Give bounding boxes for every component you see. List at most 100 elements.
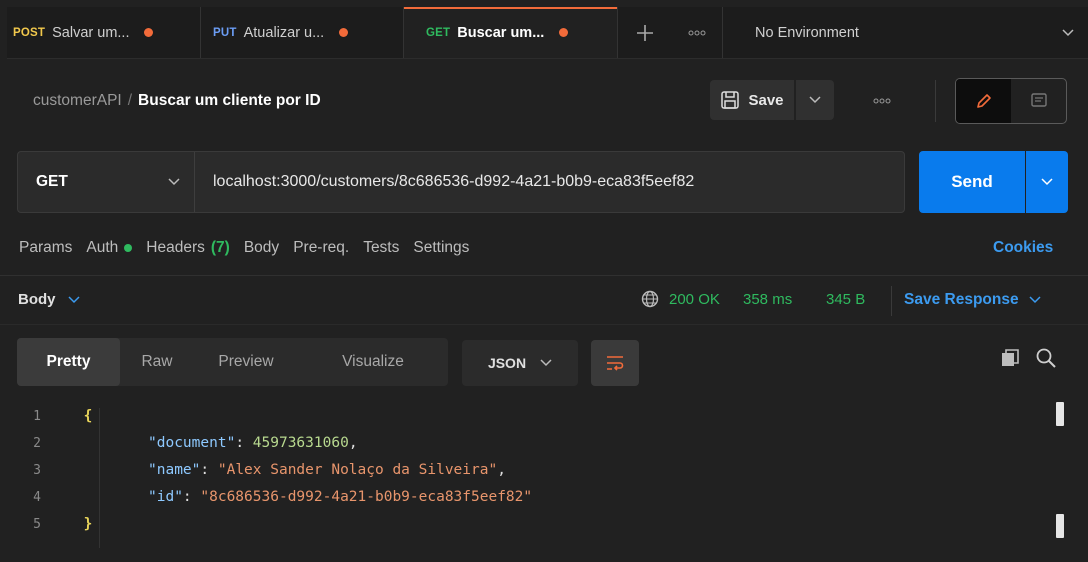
send-group: Send: [919, 151, 1068, 213]
more-icon: [873, 98, 891, 104]
response-body-select[interactable]: Body: [18, 291, 80, 308]
tab-label: Salvar um...: [52, 24, 130, 41]
tab-headers-label: Headers: [146, 239, 205, 256]
unsaved-dot-icon: [144, 28, 154, 37]
save-button[interactable]: Save: [710, 80, 794, 120]
breadcrumb-collection[interactable]: customerAPI: [33, 92, 122, 109]
tab-settings[interactable]: Settings: [413, 239, 469, 257]
json-key: "id": [148, 489, 183, 505]
environment-selector[interactable]: No Environment: [723, 7, 1088, 58]
unsaved-dot-icon: [339, 28, 349, 37]
tab-body[interactable]: Body: [244, 239, 279, 257]
view-mode-toggle: [955, 78, 1067, 124]
close-brace: }: [83, 516, 93, 532]
status-code[interactable]: 200 OK: [669, 291, 720, 308]
chevron-down-icon: [168, 178, 180, 186]
tab-atualizar[interactable]: PUT Atualizar u...: [201, 7, 404, 58]
format-raw[interactable]: Raw: [120, 338, 194, 386]
environment-label: No Environment: [755, 24, 859, 41]
request-tabs: Params Auth Headers (7) Body Pre-req. Te…: [19, 239, 483, 257]
chevron-down-icon: [1062, 28, 1074, 36]
save-label: Save: [748, 91, 784, 109]
comments-button[interactable]: [1011, 79, 1066, 123]
send-button[interactable]: Send: [919, 151, 1025, 213]
cookies-link[interactable]: Cookies: [993, 239, 1053, 257]
wrap-lines-button[interactable]: [591, 340, 639, 386]
tab-method: PUT: [213, 26, 237, 39]
tab-label: Buscar um...: [457, 24, 545, 41]
search-icon[interactable]: [1035, 347, 1057, 369]
save-icon: [721, 91, 740, 109]
unsaved-dot-icon: [559, 28, 569, 37]
line-number: 3: [33, 462, 41, 478]
auth-status-dot-icon: [124, 244, 133, 252]
save-group: Save: [710, 80, 834, 120]
tab-salvar[interactable]: POST Salvar um...: [7, 7, 201, 58]
breadcrumb: customerAPI / Buscar um cliente por ID: [33, 92, 321, 110]
save-response-button[interactable]: Save Response: [904, 291, 1041, 309]
edit-mode-button[interactable]: [956, 79, 1011, 123]
globe-icon[interactable]: [640, 289, 660, 309]
breadcrumb-separator: /: [127, 92, 133, 109]
wrap-icon: [607, 356, 624, 371]
url-input[interactable]: [195, 152, 904, 212]
tab-prereq[interactable]: Pre-req.: [293, 239, 349, 257]
save-response-label: Save Response: [904, 291, 1019, 308]
line-number: 1: [33, 408, 41, 424]
response-code-viewer[interactable]: 1 { 2 "document": 45973631060, 3 "name":…: [0, 400, 1088, 562]
code-line: 5 }: [0, 512, 102, 536]
code-line: 1 {: [0, 404, 102, 428]
line-number: 4: [33, 489, 41, 505]
send-dropdown-button[interactable]: [1026, 151, 1068, 213]
tab-buscar[interactable]: GET Buscar um...: [404, 7, 618, 58]
comment-icon: [1030, 93, 1047, 107]
scrollbar-marker[interactable]: [1056, 402, 1064, 426]
chevron-down-icon: [1029, 296, 1041, 304]
language-label: JSON: [487, 355, 527, 371]
line-number: 5: [33, 516, 41, 532]
new-tab-button[interactable]: [618, 7, 672, 58]
copy-icon[interactable]: [1000, 348, 1020, 368]
plus-icon: [637, 24, 653, 41]
json-value: "8c686536-d992-4a21-b0b9-eca83f5eef82": [200, 489, 533, 505]
tab-bar: POST Salvar um... PUT Atualizar u... GET…: [7, 7, 1088, 59]
tab-label: Atualizar u...: [243, 24, 325, 41]
format-visualize[interactable]: Visualize: [298, 338, 448, 386]
tab-auth-label: Auth: [86, 239, 119, 256]
language-select[interactable]: JSON: [462, 340, 578, 386]
format-tabs: Pretty Raw Preview Visualize: [17, 338, 448, 386]
format-preview[interactable]: Preview: [194, 338, 298, 386]
code-line: 3 "name": "Alex Sander Nolaço da Silveir…: [0, 458, 506, 482]
format-pretty[interactable]: Pretty: [17, 338, 120, 386]
json-key: "document": [148, 435, 236, 451]
tab-params[interactable]: Params: [19, 239, 72, 257]
divider: [935, 80, 936, 122]
code-line: 2 "document": 45973631060,: [0, 431, 358, 455]
tab-auth[interactable]: Auth: [86, 239, 133, 257]
json-value: 45973631060: [252, 435, 349, 451]
json-key: "name": [148, 462, 201, 478]
scrollbar-marker[interactable]: [1056, 514, 1064, 538]
request-header: customerAPI / Buscar um cliente por ID Sav…: [7, 60, 1088, 141]
response-time[interactable]: 358 ms: [743, 291, 792, 308]
request-title[interactable]: Buscar um cliente por ID: [138, 92, 321, 109]
headers-count: (7): [210, 239, 230, 256]
json-comma: ,: [497, 462, 506, 478]
tab-headers[interactable]: Headers (7): [146, 239, 230, 257]
response-size[interactable]: 345 B: [826, 291, 865, 308]
json-comma: ,: [348, 435, 358, 451]
save-dropdown-button[interactable]: [796, 80, 834, 120]
method-label: GET: [36, 173, 68, 190]
chevron-down-icon: [1041, 178, 1053, 186]
open-brace: {: [83, 408, 93, 424]
request-more-button[interactable]: [873, 92, 891, 107]
tab-method: POST: [13, 26, 46, 39]
pencil-icon: [976, 94, 991, 108]
tab-tests[interactable]: Tests: [363, 239, 399, 257]
method-select[interactable]: GET: [18, 152, 195, 212]
more-icon: [688, 30, 706, 35]
url-bar: GET: [17, 151, 905, 213]
line-number: 2: [33, 435, 41, 451]
tab-method: GET: [426, 26, 451, 39]
tabs-more-button[interactable]: [672, 7, 723, 58]
